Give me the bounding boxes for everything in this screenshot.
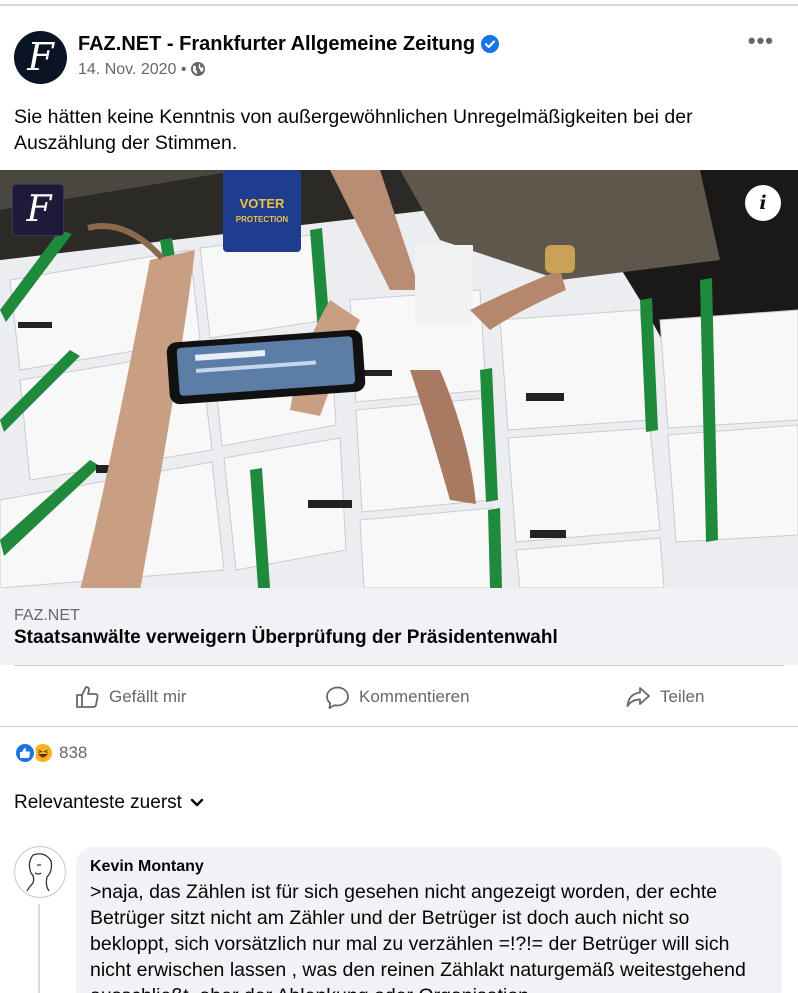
top-divider — [0, 4, 798, 6]
share-button[interactable]: Teilen — [625, 676, 704, 718]
verified-badge-icon — [481, 35, 500, 53]
reaction-count: 838 — [59, 743, 88, 762]
ballot-photo: VOTER PROTECTION — [0, 170, 798, 588]
more-options-icon[interactable]: ••• — [748, 30, 774, 52]
share-label: Teilen — [660, 687, 705, 706]
like-label: Gefällt mir — [109, 687, 187, 706]
post-image[interactable]: VOTER PROTECTION — [0, 170, 798, 588]
sort-label: Relevanteste zuerst — [14, 792, 182, 813]
divider — [0, 726, 798, 727]
comment-button[interactable]: Kommentieren — [325, 676, 470, 718]
like-reaction-icon — [14, 742, 36, 764]
like-button[interactable]: Gefällt mir — [74, 676, 186, 718]
thread-line — [38, 904, 40, 993]
link-title[interactable]: Staatsanwälte verweigern Überprüfung der… — [14, 626, 558, 650]
thumbs-up-icon — [76, 686, 99, 708]
page-name[interactable]: FAZ.NET - Frankfurter Allgemeine Zeitung — [78, 31, 500, 57]
comment-avatar[interactable] — [14, 846, 66, 898]
comment-label: Kommentieren — [359, 687, 470, 706]
divider — [14, 665, 784, 666]
share-icon — [626, 687, 650, 707]
comment-text: >naja, das Zählen ist für sich gesehen n… — [90, 881, 746, 993]
comment-icon — [326, 686, 349, 709]
sticker-line1: VOTER — [240, 196, 285, 211]
reaction-summary[interactable]: 838 — [14, 740, 87, 766]
page-avatar[interactable]: F — [14, 31, 67, 84]
globe-icon — [190, 62, 205, 76]
comment-author[interactable]: Kevin Montany — [90, 856, 768, 878]
chevron-down-icon — [190, 798, 204, 807]
comment-sort-dropdown[interactable]: Relevanteste zuerst — [14, 790, 204, 816]
post-text: Sie hätten keine Kenntnis von außergewöh… — [14, 106, 693, 154]
sticker-line2: PROTECTION — [236, 215, 289, 224]
post-header: F FAZ.NET - Frankfurter Allgemeine Zeitu… — [14, 30, 784, 87]
post-date[interactable]: 14. Nov. 2020 — [78, 61, 176, 78]
sketch-face-icon — [26, 853, 53, 892]
link-domain: FAZ.NET — [14, 607, 80, 624]
faz-logo[interactable]: F — [12, 184, 64, 236]
meta-separator: • — [180, 61, 187, 78]
info-icon[interactable]: i — [745, 185, 781, 221]
comment-bubble: Kevin Montany >naja, das Zählen ist für … — [76, 847, 782, 993]
post-meta: 14. Nov. 2020 • — [78, 60, 206, 80]
action-bar: Gefällt mir Kommentieren Teilen — [0, 676, 798, 718]
